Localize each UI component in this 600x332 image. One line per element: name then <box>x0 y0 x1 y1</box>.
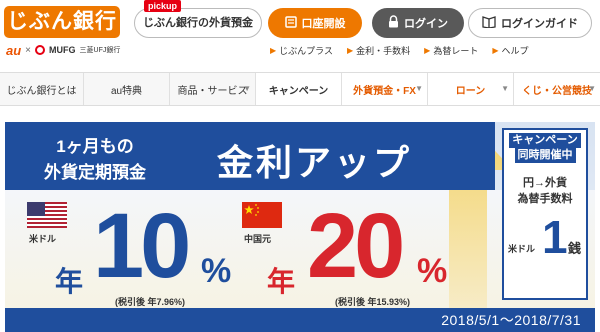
book-icon <box>482 15 496 31</box>
campaign-banner[interactable]: 1ヶ月もの 外貨定期預金 金利アップ 米ドル 年 10 % (税引後 年7.96… <box>5 122 595 332</box>
ufj-bank-logo: 三菱UFJ銀行 <box>79 47 121 54</box>
sublink-exchange-rates[interactable]: ▶ 為替レート <box>424 44 478 57</box>
open-account-label: 口座開設 <box>301 18 346 30</box>
login-guide-button[interactable]: ログインガイド <box>468 8 592 38</box>
usd-after-tax: (税引後 年7.96%) <box>115 297 186 307</box>
chevron-right-icon: ▶ <box>346 46 354 55</box>
campaign-fee-unit: 銭 <box>568 241 582 256</box>
au-logo: au <box>6 42 22 58</box>
nav-fx-deposit[interactable]: 外貨預金・FX ▼ <box>342 73 428 105</box>
cny-percent: % <box>417 252 448 290</box>
partner-separator: × <box>25 44 32 56</box>
concurrent-campaign-box: キャンペーン 同時開催中 円→外貨 為替手数料 米ドル 1 銭 <box>502 128 588 300</box>
campaign-usd-label: 米ドル <box>508 244 536 254</box>
login-guide-label: ログインガイド <box>501 18 578 30</box>
login-label: ログイン <box>404 18 448 30</box>
foreign-deposit-pickup-button[interactable]: じぶん銀行の外貨預金 <box>134 8 262 38</box>
banner-term: 1ヶ月もの <box>56 137 134 156</box>
usd-rate: 10 <box>93 195 191 297</box>
usd-percent: % <box>201 252 232 290</box>
header-sublinks: ▶ じぶんプラス ▶ 金利・手数料 ▶ 為替レート ▶ ヘルプ <box>270 44 529 57</box>
mufg-logo: MUFG <box>49 45 76 55</box>
jibun-bank-logo[interactable]: じぶん銀行 <box>4 6 120 38</box>
sublink-help[interactable]: ▶ ヘルプ <box>492 44 528 57</box>
chevron-down-icon: ▼ <box>243 84 251 93</box>
banner-product: 外貨定期預金 <box>44 163 146 182</box>
pickup-badge: pickup <box>144 0 182 12</box>
campaign-heading-1: キャンペーン <box>509 133 581 148</box>
chevron-down-icon: ▼ <box>415 84 423 93</box>
usd-label: 米ドル <box>29 234 57 244</box>
cny-after-tax: (税引後 年15.93%) <box>335 297 411 307</box>
global-nav: じぶん銀行とは au特典 商品・サービス ▼ キャンペーン 外貨預金・FX ▼ ロー… <box>0 72 600 106</box>
china-flag-icon <box>242 202 282 228</box>
chevron-right-icon: ▶ <box>492 46 499 55</box>
chevron-right-icon: ▶ <box>424 46 431 55</box>
campaign-fee-label: 為替手数料 <box>517 193 573 205</box>
campaign-heading-2: 同時開催中 <box>514 148 576 163</box>
cny-rate: 20 <box>307 195 405 297</box>
banner-product-label: 1ヶ月もの 外貨定期預金 <box>5 122 185 190</box>
usd-year-prefix: 年 <box>55 266 84 297</box>
mufg-mark-icon <box>35 45 46 55</box>
login-button[interactable]: ログイン <box>372 8 464 38</box>
sublink-rates-fees[interactable]: ▶ 金利・手数料 <box>347 44 410 57</box>
banner-title: 金利アップ <box>217 142 413 183</box>
cny-label: 中国元 <box>244 234 272 244</box>
nav-campaign[interactable]: キャンペーン <box>256 73 342 105</box>
chevron-down-icon: ▼ <box>588 84 596 93</box>
campaign-heading: キャンペーン 同時開催中 <box>504 130 586 166</box>
partner-logos: au × MUFG 三菱UFJ銀行 <box>6 42 120 58</box>
lock-icon <box>388 15 399 31</box>
chevron-down-icon: ▼ <box>501 84 509 93</box>
campaign-period: 2018/5/1～2018/7/31 <box>5 308 595 332</box>
nav-about[interactable]: じぶん銀行とは <box>0 73 84 105</box>
nav-lottery[interactable]: くじ・公営競技 ▼ <box>514 73 600 105</box>
sublink-jibun-plus[interactable]: ▶ じぶんプラス <box>270 44 333 57</box>
open-account-button[interactable]: 口座開設 <box>268 8 362 38</box>
nav-loan[interactable]: ローン ▼ <box>428 73 514 105</box>
document-icon <box>284 15 297 31</box>
nav-au-benefits[interactable]: au特典 <box>84 73 170 105</box>
campaign-fee-value: 1 <box>542 211 568 263</box>
us-flag-icon <box>27 202 67 228</box>
chevron-right-icon: ▶ <box>270 46 277 55</box>
site-header: じぶん銀行 au × MUFG 三菱UFJ銀行 じぶん銀行の外貨預金 picku… <box>0 0 600 64</box>
campaign-direction: 円→外貨 <box>523 177 567 189</box>
cny-year-prefix: 年 <box>267 266 296 297</box>
nav-products[interactable]: 商品・サービス ▼ <box>170 73 256 105</box>
